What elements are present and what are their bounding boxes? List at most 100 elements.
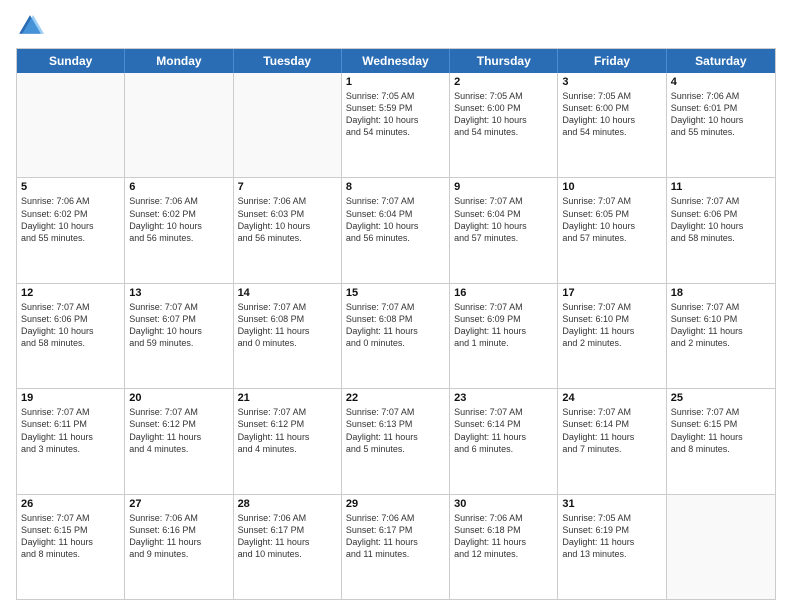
cal-day-26: 26 Sunrise: 7:07 AMSunset: 6:15 PMDayligh…	[17, 495, 125, 599]
day-info: Sunrise: 7:07 AMSunset: 6:06 PMDaylight:…	[671, 195, 771, 244]
day-number: 22	[346, 392, 445, 404]
day-info: Sunrise: 7:06 AMSunset: 6:02 PMDaylight:…	[129, 195, 228, 244]
cal-week-2: 5Sunrise: 7:06 AMSunset: 6:02 PMDaylight…	[17, 178, 775, 283]
day-number: 24	[562, 392, 661, 404]
cal-day-16: 16Sunrise: 7:07 AMSunset: 6:09 PMDayligh…	[450, 284, 558, 388]
cal-day-22: 22 Sunrise: 7:07 AMSunset: 6:13 PMDayligh…	[342, 389, 450, 493]
day-info: Sunrise: 7:07 AMSunset: 6:08 PMDaylight:…	[238, 301, 337, 350]
cal-day-23: 23 Sunrise: 7:07 AMSunset: 6:14 PMDayligh…	[450, 389, 558, 493]
day-number: 18	[671, 287, 771, 299]
day-info: Sunrise: 7:07 AMSunset: 6:15 PMDaylight:…	[21, 512, 120, 561]
cal-day-1: 1 Sunrise: 7:05 AMSunset: 5:59 PMDaylight…	[342, 73, 450, 177]
day-info: Sunrise: 7:07 AMSunset: 6:07 PMDaylight:…	[129, 301, 228, 350]
day-number: 7	[238, 181, 337, 193]
day-info: Sunrise: 7:07 AMSunset: 6:04 PMDaylight:…	[454, 195, 553, 244]
day-number: 25	[671, 392, 771, 404]
cal-day-empty	[234, 73, 342, 177]
day-info: Sunrise: 7:06 AMSunset: 6:01 PMDaylight:…	[671, 90, 771, 139]
day-info: Sunrise: 7:07 AMSunset: 6:14 PMDaylight:…	[454, 406, 553, 455]
cal-header-wednesday: Wednesday	[342, 49, 450, 73]
day-number: 8	[346, 181, 445, 193]
cal-day-7: 7 Sunrise: 7:06 AMSunset: 6:03 PMDaylight…	[234, 178, 342, 282]
day-info: Sunrise: 7:07 AMSunset: 6:11 PMDaylight:…	[21, 406, 120, 455]
cal-header-tuesday: Tuesday	[234, 49, 342, 73]
cal-day-empty	[125, 73, 233, 177]
cal-day-12: 12Sunrise: 7:07 AMSunset: 6:06 PMDayligh…	[17, 284, 125, 388]
cal-day-13: 13 Sunrise: 7:07 AMSunset: 6:07 PMDayligh…	[125, 284, 233, 388]
header	[16, 12, 776, 40]
day-number: 26	[21, 498, 120, 510]
cal-day-11: 11 Sunrise: 7:07 AMSunset: 6:06 PMDayligh…	[667, 178, 775, 282]
calendar-body: 1 Sunrise: 7:05 AMSunset: 5:59 PMDaylight…	[17, 73, 775, 599]
day-info: Sunrise: 7:06 AMSunset: 6:18 PMDaylight:…	[454, 512, 553, 561]
day-info: Sunrise: 7:06 AMSunset: 6:16 PMDaylight:…	[129, 512, 228, 561]
cal-day-20: 20Sunrise: 7:07 AMSunset: 6:12 PMDayligh…	[125, 389, 233, 493]
cal-day-2: 2Sunrise: 7:05 AMSunset: 6:00 PMDaylight…	[450, 73, 558, 177]
day-number: 23	[454, 392, 553, 404]
day-info: Sunrise: 7:05 AMSunset: 6:00 PMDaylight:…	[454, 90, 553, 139]
day-info: Sunrise: 7:07 AMSunset: 6:12 PMDaylight:…	[129, 406, 228, 455]
day-info: Sunrise: 7:06 AMSunset: 6:17 PMDaylight:…	[238, 512, 337, 561]
day-number: 3	[562, 76, 661, 88]
day-info: Sunrise: 7:07 AMSunset: 6:13 PMDaylight:…	[346, 406, 445, 455]
day-number: 27	[129, 498, 228, 510]
day-info: Sunrise: 7:07 AMSunset: 6:05 PMDaylight:…	[562, 195, 661, 244]
cal-day-30: 30 Sunrise: 7:06 AMSunset: 6:18 PMDayligh…	[450, 495, 558, 599]
calendar-header-row: SundayMondayTuesdayWednesdayThursdayFrid…	[17, 49, 775, 73]
cal-week-1: 1 Sunrise: 7:05 AMSunset: 5:59 PMDaylight…	[17, 73, 775, 178]
day-number: 13	[129, 287, 228, 299]
cal-day-3: 3 Sunrise: 7:05 AMSunset: 6:00 PMDaylight…	[558, 73, 666, 177]
cal-header-monday: Monday	[125, 49, 233, 73]
day-number: 21	[238, 392, 337, 404]
logo-icon	[16, 12, 44, 40]
cal-day-18: 18Sunrise: 7:07 AMSunset: 6:10 PMDayligh…	[667, 284, 775, 388]
day-number: 30	[454, 498, 553, 510]
cal-day-29: 29Sunrise: 7:06 AMSunset: 6:17 PMDayligh…	[342, 495, 450, 599]
page: SundayMondayTuesdayWednesdayThursdayFrid…	[0, 0, 792, 612]
day-number: 10	[562, 181, 661, 193]
day-number: 31	[562, 498, 661, 510]
cal-header-friday: Friday	[558, 49, 666, 73]
day-info: Sunrise: 7:07 AMSunset: 6:10 PMDaylight:…	[562, 301, 661, 350]
day-number: 12	[21, 287, 120, 299]
day-info: Sunrise: 7:05 AMSunset: 6:19 PMDaylight:…	[562, 512, 661, 561]
cal-header-sunday: Sunday	[17, 49, 125, 73]
cal-day-empty	[667, 495, 775, 599]
day-number: 9	[454, 181, 553, 193]
day-number: 11	[671, 181, 771, 193]
day-number: 28	[238, 498, 337, 510]
cal-week-3: 12Sunrise: 7:07 AMSunset: 6:06 PMDayligh…	[17, 284, 775, 389]
cal-day-15: 15Sunrise: 7:07 AMSunset: 6:08 PMDayligh…	[342, 284, 450, 388]
day-info: Sunrise: 7:05 AMSunset: 5:59 PMDaylight:…	[346, 90, 445, 139]
cal-header-thursday: Thursday	[450, 49, 558, 73]
cal-day-24: 24Sunrise: 7:07 AMSunset: 6:14 PMDayligh…	[558, 389, 666, 493]
cal-day-5: 5Sunrise: 7:06 AMSunset: 6:02 PMDaylight…	[17, 178, 125, 282]
day-number: 17	[562, 287, 661, 299]
cal-day-31: 31 Sunrise: 7:05 AMSunset: 6:19 PMDayligh…	[558, 495, 666, 599]
cal-week-4: 19Sunrise: 7:07 AMSunset: 6:11 PMDayligh…	[17, 389, 775, 494]
cal-day-empty	[17, 73, 125, 177]
day-info: Sunrise: 7:07 AMSunset: 6:04 PMDaylight:…	[346, 195, 445, 244]
cal-day-28: 28 Sunrise: 7:06 AMSunset: 6:17 PMDayligh…	[234, 495, 342, 599]
day-number: 16	[454, 287, 553, 299]
day-number: 29	[346, 498, 445, 510]
cal-day-6: 6 Sunrise: 7:06 AMSunset: 6:02 PMDaylight…	[125, 178, 233, 282]
day-info: Sunrise: 7:06 AMSunset: 6:02 PMDaylight:…	[21, 195, 120, 244]
cal-day-14: 14Sunrise: 7:07 AMSunset: 6:08 PMDayligh…	[234, 284, 342, 388]
cal-day-17: 17 Sunrise: 7:07 AMSunset: 6:10 PMDayligh…	[558, 284, 666, 388]
day-number: 1	[346, 76, 445, 88]
day-number: 4	[671, 76, 771, 88]
cal-day-8: 8 Sunrise: 7:07 AMSunset: 6:04 PMDaylight…	[342, 178, 450, 282]
cal-day-27: 27 Sunrise: 7:06 AMSunset: 6:16 PMDayligh…	[125, 495, 233, 599]
cal-header-saturday: Saturday	[667, 49, 775, 73]
calendar: SundayMondayTuesdayWednesdayThursdayFrid…	[16, 48, 776, 600]
day-info: Sunrise: 7:05 AMSunset: 6:00 PMDaylight:…	[562, 90, 661, 139]
cal-day-10: 10 Sunrise: 7:07 AMSunset: 6:05 PMDayligh…	[558, 178, 666, 282]
cal-week-5: 26 Sunrise: 7:07 AMSunset: 6:15 PMDayligh…	[17, 495, 775, 599]
cal-day-9: 9 Sunrise: 7:07 AMSunset: 6:04 PMDaylight…	[450, 178, 558, 282]
day-info: Sunrise: 7:06 AMSunset: 6:03 PMDaylight:…	[238, 195, 337, 244]
cal-day-25: 25Sunrise: 7:07 AMSunset: 6:15 PMDayligh…	[667, 389, 775, 493]
day-number: 6	[129, 181, 228, 193]
logo	[16, 12, 48, 40]
cal-day-21: 21Sunrise: 7:07 AMSunset: 6:12 PMDayligh…	[234, 389, 342, 493]
